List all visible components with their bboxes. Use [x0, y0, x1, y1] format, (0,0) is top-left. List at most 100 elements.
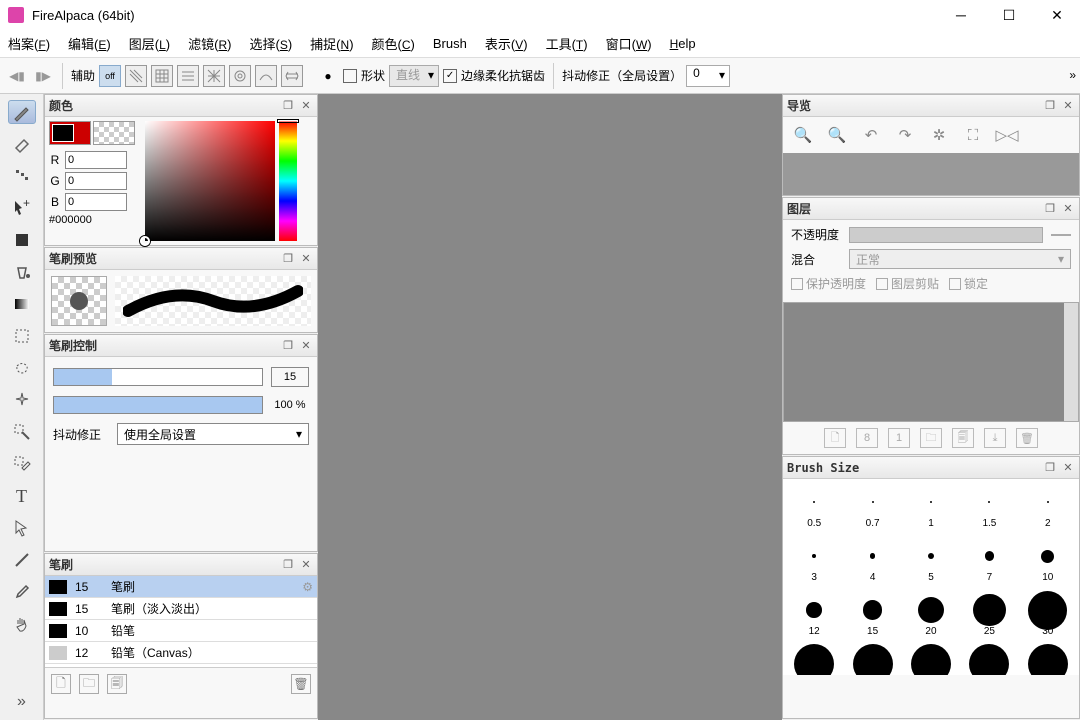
brush-dup-icon[interactable]: 🗐 — [107, 674, 127, 694]
panel-pop-icon[interactable]: ❐ — [281, 252, 295, 266]
panel-close-icon[interactable]: ✕ — [1061, 99, 1075, 113]
panel-pop-icon[interactable]: ❐ — [281, 99, 295, 113]
menu-snap[interactable]: 捕捉(N) — [310, 34, 353, 53]
panel-pop-icon[interactable]: ❐ — [281, 339, 295, 353]
bg-color-swatch[interactable] — [93, 121, 135, 145]
assist-off-button[interactable]: off — [99, 65, 121, 87]
nav-back-icon[interactable]: ◀▮ — [6, 65, 28, 87]
brush-size-cell[interactable]: 2 — [1021, 483, 1075, 533]
tool-expand-icon[interactable]: » — [8, 690, 36, 714]
layer-trash-icon[interactable]: 🗑 — [1016, 428, 1038, 448]
brush-size-cell[interactable]: 7 — [962, 537, 1016, 587]
brush-list[interactable]: 15笔刷⚙15笔刷（淡入淡出）10铅笔12铅笔（Canvas） — [45, 576, 317, 668]
r-input[interactable] — [65, 151, 127, 169]
aa-check[interactable]: ✓边缘柔化抗锯齿 — [443, 67, 545, 84]
brush-size-cell[interactable]: 10 — [1021, 537, 1075, 587]
layer-folder-icon[interactable]: 🗀 — [920, 428, 942, 448]
size-value[interactable]: 15 — [271, 367, 309, 387]
gear-icon[interactable]: ⚙ — [302, 580, 313, 594]
assist-grid7-icon[interactable] — [281, 65, 303, 87]
brush-size-cell[interactable]: 30 — [1021, 591, 1075, 641]
tool-text[interactable]: T — [8, 484, 36, 508]
brush-size-cell[interactable]: 1 — [904, 483, 958, 533]
sv-picker[interactable] — [145, 121, 275, 241]
tool-eraser[interactable] — [8, 132, 36, 156]
menu-layer[interactable]: 图层(L) — [129, 34, 170, 53]
tool-wand[interactable] — [8, 388, 36, 412]
brush-size-cell[interactable]: 15 — [845, 591, 899, 641]
tool-hand[interactable] — [8, 612, 36, 636]
size-slider[interactable] — [53, 368, 263, 386]
panel-close-icon[interactable]: ✕ — [1061, 461, 1075, 475]
tool-move[interactable]: + — [8, 196, 36, 220]
panel-pop-icon[interactable]: ❐ — [281, 558, 295, 572]
brush-item[interactable]: 10铅笔 — [45, 620, 317, 642]
brush-size-cell[interactable]: 35 — [787, 645, 841, 675]
jitter-ctrl-select[interactable]: 使用全局设置▾ — [117, 423, 309, 445]
brush-size-cell[interactable]: 0.7 — [845, 483, 899, 533]
shape-check[interactable]: 形状 — [343, 67, 385, 84]
tool-bucket[interactable] — [8, 260, 36, 284]
lock-check[interactable]: 锁定 — [949, 275, 988, 292]
menu-file[interactable]: 档案(F) — [8, 34, 50, 53]
brush-size-cell[interactable]: 12 — [787, 591, 841, 641]
panel-close-icon[interactable]: ✕ — [299, 339, 313, 353]
brush-size-cell[interactable]: 3 — [787, 537, 841, 587]
nav-fwd-icon[interactable]: ▮▶ — [32, 65, 54, 87]
menu-color[interactable]: 颜色(C) — [372, 34, 415, 53]
brush-item[interactable]: 15笔刷（淡入淡出） — [45, 598, 317, 620]
protect-check[interactable]: 保护透明度 — [791, 275, 866, 292]
canvas-area[interactable] — [318, 94, 782, 720]
toolbar-overflow-icon[interactable]: » — [1069, 68, 1076, 82]
rotate-ccw-icon[interactable]: ↶ — [861, 125, 881, 145]
assist-grid3-icon[interactable] — [177, 65, 199, 87]
brush-size-cell[interactable]: 20 — [904, 591, 958, 641]
assist-grid1-icon[interactable] — [125, 65, 147, 87]
menu-filter[interactable]: 滤镜(R) — [188, 34, 231, 53]
maximize-button[interactable]: ☐ — [994, 0, 1024, 30]
tool-selectpen[interactable] — [8, 420, 36, 444]
panel-close-icon[interactable]: ✕ — [1061, 202, 1075, 216]
brush-size-cell[interactable]: 5 — [904, 537, 958, 587]
tool-pointer[interactable] — [8, 516, 36, 540]
g-input[interactable] — [65, 172, 127, 190]
rotate-cw-icon[interactable]: ↷ — [895, 125, 915, 145]
brush-size-cell[interactable]: 25 — [962, 591, 1016, 641]
brush-trash-icon[interactable]: 🗑 — [291, 674, 311, 694]
reset-icon[interactable]: ✲ — [929, 125, 949, 145]
shape-select[interactable]: 直线 — [389, 65, 439, 87]
close-button[interactable]: ✕ — [1042, 0, 1072, 30]
brush-item[interactable]: 12铅笔（Canvas） — [45, 642, 317, 664]
menu-view[interactable]: 表示(V) — [485, 34, 528, 53]
panel-pop-icon[interactable]: ❐ — [1043, 461, 1057, 475]
tool-dots[interactable] — [8, 164, 36, 188]
hue-slider[interactable] — [279, 121, 297, 241]
tool-eyedrop[interactable] — [8, 580, 36, 604]
shape-dot-icon[interactable]: ● — [317, 65, 339, 87]
panel-close-icon[interactable]: ✕ — [299, 252, 313, 266]
brush-folder-icon[interactable]: 🗀 — [79, 674, 99, 694]
fg-color-swatch[interactable] — [49, 121, 91, 145]
panel-close-icon[interactable]: ✕ — [299, 558, 313, 572]
menu-select[interactable]: 选择(S) — [249, 34, 292, 53]
menu-window[interactable]: 窗口(W) — [606, 34, 652, 53]
flip-icon[interactable]: ▷◁ — [997, 125, 1017, 145]
menu-edit[interactable]: 编辑(E) — [68, 34, 111, 53]
panel-pop-icon[interactable]: ❐ — [1043, 99, 1057, 113]
opacity-slider[interactable] — [53, 396, 263, 414]
assist-grid4-icon[interactable] — [203, 65, 225, 87]
layer-opacity-slider[interactable] — [849, 227, 1043, 243]
zoom-in-icon[interactable]: 🔍 — [793, 125, 813, 145]
tool-fill[interactable] — [8, 228, 36, 252]
brush-item[interactable]: 15笔刷⚙ — [45, 576, 317, 598]
layer-list[interactable] — [783, 302, 1079, 422]
brush-size-cell[interactable]: 70 — [1021, 645, 1075, 675]
panel-close-icon[interactable]: ✕ — [299, 99, 313, 113]
tool-divide[interactable] — [8, 548, 36, 572]
brush-size-cell[interactable]: 0.5 — [787, 483, 841, 533]
layer-1-icon[interactable]: 1 — [888, 428, 910, 448]
brush-size-cell[interactable]: 1.5 — [962, 483, 1016, 533]
layer-merge-icon[interactable]: ⤓ — [984, 428, 1006, 448]
menu-help[interactable]: Help — [670, 36, 696, 51]
assist-grid6-icon[interactable] — [255, 65, 277, 87]
